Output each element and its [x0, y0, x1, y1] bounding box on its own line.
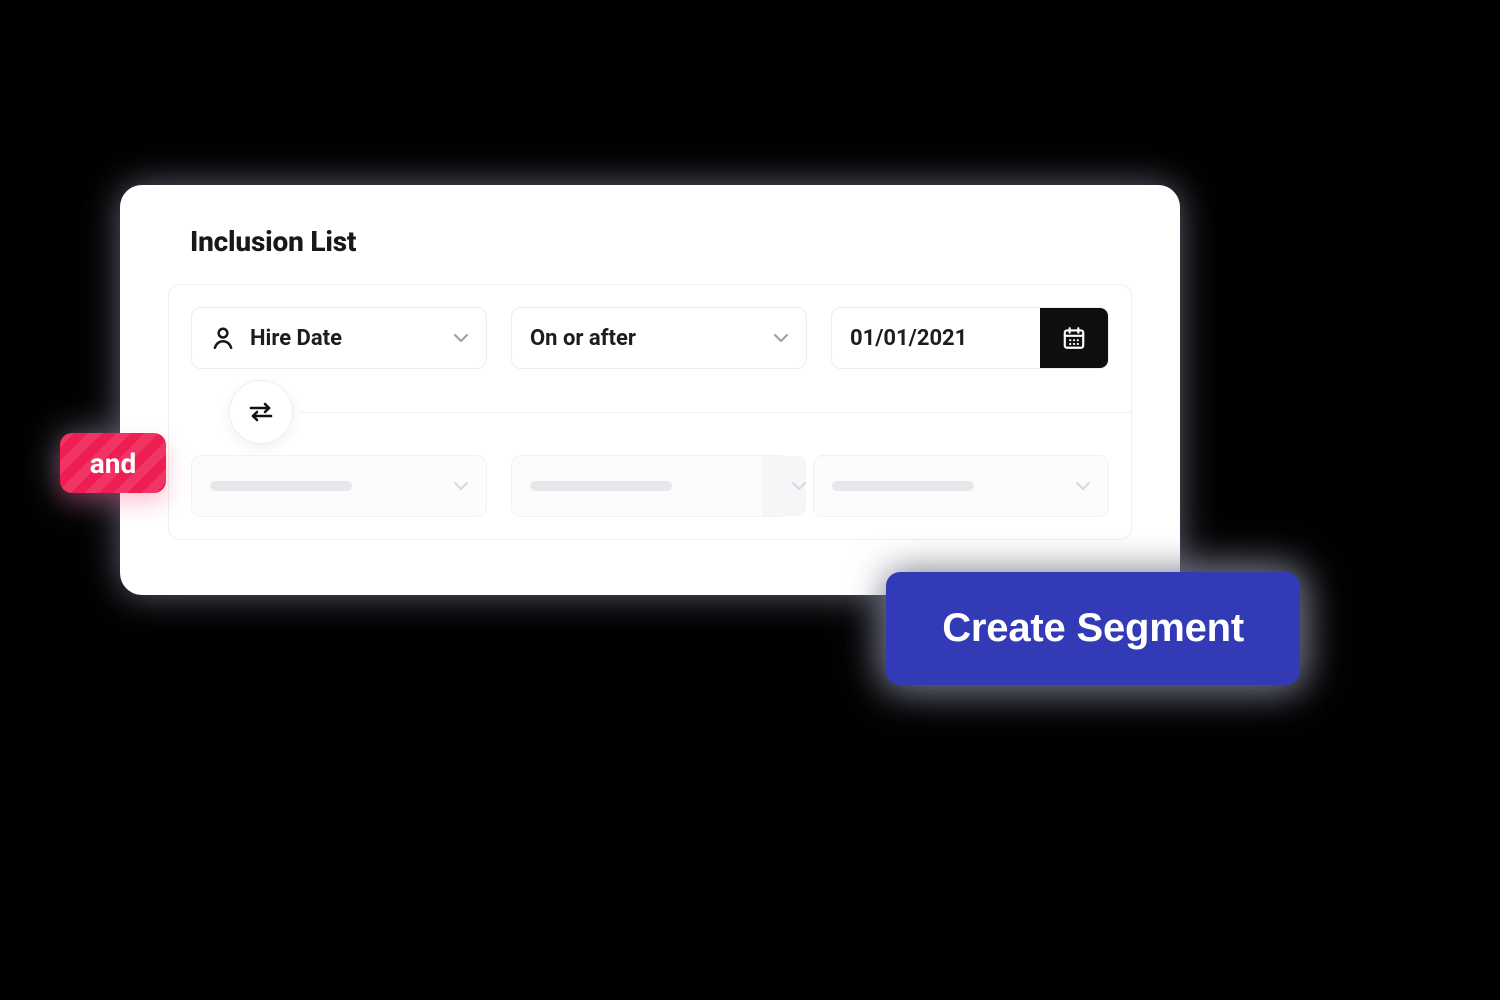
- field-select-empty[interactable]: [191, 455, 487, 517]
- placeholder-bar: [832, 481, 974, 491]
- operator-select-label: On or after: [530, 326, 636, 351]
- placeholder-bar: [210, 481, 352, 491]
- caret-container: [762, 456, 806, 516]
- caret-down-icon: [454, 481, 468, 491]
- value-select-empty[interactable]: [813, 455, 1109, 517]
- date-input[interactable]: 01/01/2021: [831, 307, 1109, 369]
- and-connector-label: and: [90, 447, 136, 480]
- swap-connector-button[interactable]: [229, 380, 293, 444]
- user-icon: [210, 325, 236, 351]
- operator-select-empty[interactable]: [511, 455, 789, 517]
- connector-row: [191, 373, 1109, 451]
- caret-down-icon: [774, 333, 788, 343]
- placeholder-bar: [530, 481, 672, 491]
- calendar-icon: [1061, 325, 1087, 351]
- and-connector-badge[interactable]: and: [60, 433, 166, 493]
- field-select-label: Hire Date: [250, 326, 342, 351]
- rule-row-1: Hire Date On or after 01/01/2021: [191, 307, 1109, 369]
- field-select[interactable]: Hire Date: [191, 307, 487, 369]
- card-title: Inclusion List: [190, 225, 1132, 258]
- inclusion-list-card: Inclusion List Hire Date: [120, 185, 1180, 595]
- create-segment-button[interactable]: Create Segment: [886, 572, 1300, 685]
- date-value: 01/01/2021: [850, 326, 967, 351]
- caret-down-icon: [792, 481, 806, 491]
- rule-block: Hire Date On or after 01/01/2021: [168, 284, 1132, 540]
- caret-down-icon: [454, 333, 468, 343]
- caret-down-icon: [1076, 481, 1090, 491]
- divider: [301, 412, 1131, 413]
- create-segment-label: Create Segment: [942, 606, 1244, 650]
- operator-select[interactable]: On or after: [511, 307, 807, 369]
- swap-horizontal-icon: [246, 400, 276, 424]
- rule-row-2: [191, 455, 1109, 517]
- calendar-button[interactable]: [1040, 308, 1108, 368]
